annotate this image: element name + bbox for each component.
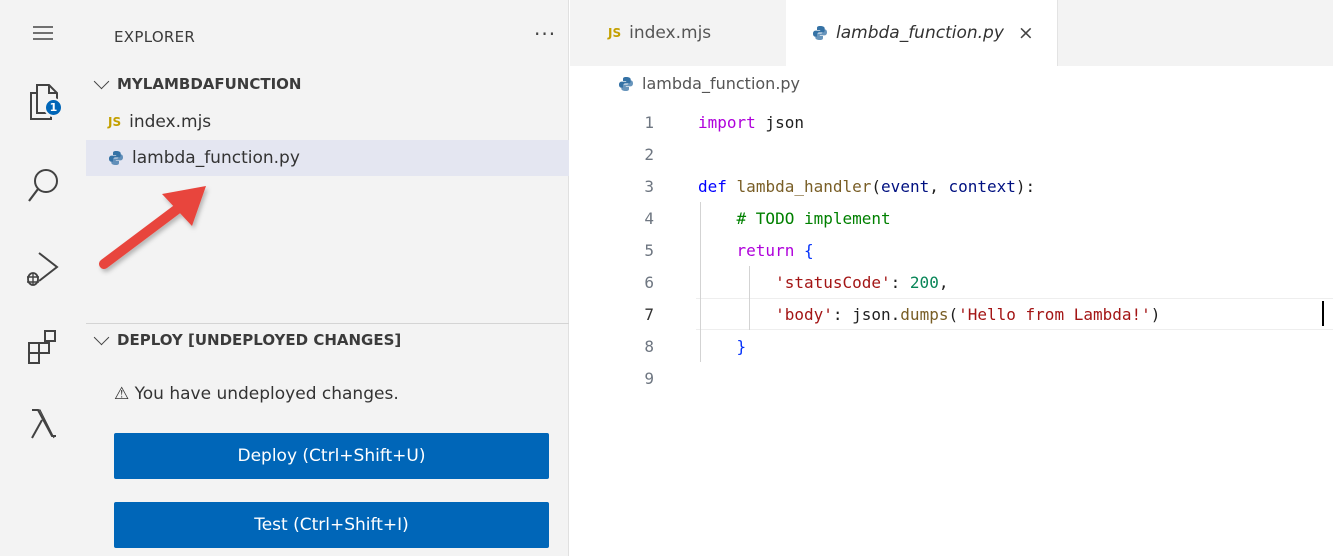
file-item-lambda-function-py[interactable]: lambda_function.py bbox=[86, 140, 569, 176]
annotation-arrow bbox=[99, 186, 206, 269]
js-icon: JS bbox=[108, 115, 122, 129]
code-line: 1 import json bbox=[570, 106, 1333, 138]
run-debug-icon[interactable] bbox=[0, 244, 86, 294]
line-number: 4 bbox=[644, 208, 654, 228]
close-icon[interactable]: × bbox=[1018, 22, 1034, 44]
python-icon bbox=[812, 25, 828, 41]
code-line: 2 bbox=[570, 138, 1333, 170]
code-line: 8 } bbox=[570, 330, 1333, 362]
menu-icon[interactable] bbox=[0, 18, 86, 48]
python-icon bbox=[108, 150, 124, 166]
file-label: index.mjs bbox=[129, 112, 212, 132]
deploy-section-title: DEPLOY [UNDEPLOYED CHANGES] bbox=[117, 331, 402, 349]
explorer-sidebar: EXPLORER ··· MYLAMBDAFUNCTION JS index.m… bbox=[86, 0, 569, 556]
code-line: 7 'body': json.dumps('Hello from Lambda!… bbox=[570, 298, 1333, 330]
code-line: 6 'statusCode': 200, bbox=[570, 266, 1333, 298]
tab-label: index.mjs bbox=[629, 23, 712, 43]
folder-section-header[interactable]: MYLAMBDAFUNCTION bbox=[86, 69, 569, 99]
section-divider bbox=[86, 323, 569, 324]
line-number: 3 bbox=[644, 176, 654, 196]
breadcrumb[interactable]: lambda_function.py bbox=[618, 74, 800, 93]
js-icon: JS bbox=[608, 26, 622, 40]
code-text: import json bbox=[698, 112, 804, 132]
code-text: 'statusCode': 200, bbox=[775, 272, 949, 292]
code-line: 9 bbox=[570, 362, 1333, 394]
code-text: } bbox=[736, 336, 747, 356]
search-icon[interactable] bbox=[0, 162, 86, 212]
more-actions-icon[interactable]: ··· bbox=[534, 22, 556, 46]
code-text: # TODO implement bbox=[736, 208, 891, 228]
folder-name: MYLAMBDAFUNCTION bbox=[117, 75, 302, 93]
code-text: 'body': json.dumps('Hello from Lambda!') bbox=[775, 304, 1161, 324]
explorer-icon[interactable]: 1 bbox=[0, 78, 86, 128]
tab-label: lambda_function.py bbox=[836, 23, 1004, 43]
lambda-icon[interactable] bbox=[0, 402, 86, 446]
undeployed-warning: ⚠ You have undeployed changes. bbox=[114, 384, 399, 404]
editor-area: JS index.mjs lambda_function.py × lambda… bbox=[570, 0, 1333, 556]
chevron-down-icon bbox=[93, 329, 110, 345]
explorer-badge: 1 bbox=[44, 98, 63, 117]
extensions-icon[interactable] bbox=[0, 322, 86, 372]
tab-index-mjs[interactable]: JS index.mjs bbox=[570, 0, 786, 66]
code-text: def lambda_handler(event, context): bbox=[698, 176, 1036, 196]
chevron-down-icon bbox=[93, 73, 110, 89]
python-icon bbox=[618, 76, 634, 92]
file-label: lambda_function.py bbox=[132, 148, 300, 168]
sidebar-header: EXPLORER ··· bbox=[86, 0, 569, 74]
code-line: 3 def lambda_handler(event, context): bbox=[570, 170, 1333, 202]
code-line: 5 return { bbox=[570, 234, 1333, 266]
breadcrumb-file: lambda_function.py bbox=[642, 74, 801, 93]
sidebar-title: EXPLORER bbox=[114, 28, 196, 46]
deploy-button[interactable]: Deploy (Ctrl+Shift+U) bbox=[114, 433, 549, 479]
line-number: 2 bbox=[644, 144, 654, 164]
code-line: 4 # TODO implement bbox=[570, 202, 1333, 234]
line-number: 1 bbox=[644, 112, 654, 132]
line-number: 9 bbox=[644, 368, 654, 388]
tab-lambda-function-py[interactable]: lambda_function.py × bbox=[786, 0, 1058, 66]
line-number: 7 bbox=[644, 304, 654, 324]
line-number: 6 bbox=[644, 272, 654, 292]
line-number: 5 bbox=[644, 240, 654, 260]
activity-bar: 1 bbox=[0, 0, 86, 556]
code-text: return { bbox=[736, 240, 814, 260]
text-cursor bbox=[1322, 301, 1324, 326]
deploy-section-header[interactable]: DEPLOY [UNDEPLOYED CHANGES] bbox=[86, 325, 569, 355]
file-item-index-mjs[interactable]: JS index.mjs bbox=[86, 104, 569, 140]
tab-bar: JS index.mjs lambda_function.py × bbox=[570, 0, 1333, 66]
test-button[interactable]: Test (Ctrl+Shift+I) bbox=[114, 502, 549, 548]
line-number: 8 bbox=[644, 336, 654, 356]
